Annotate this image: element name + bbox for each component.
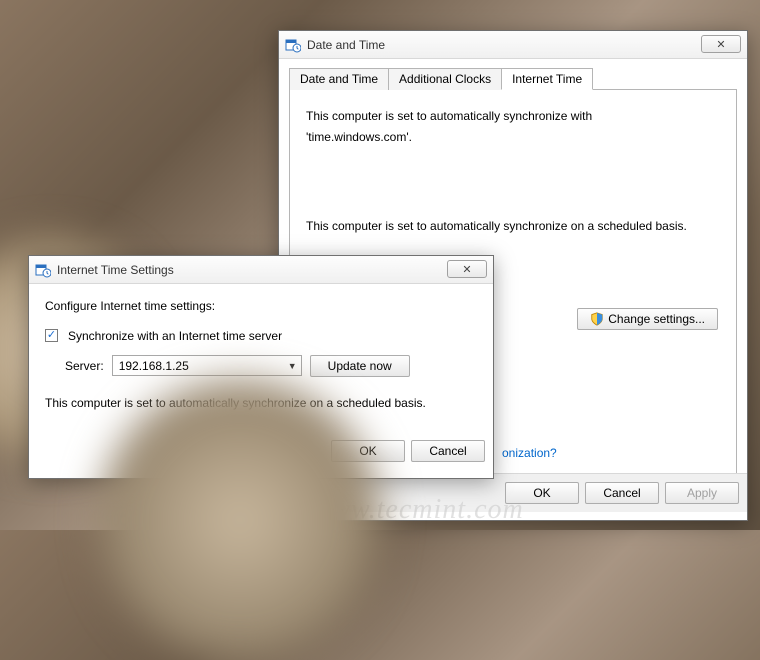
- sync-target-value: 'time.windows.com'.: [306, 129, 720, 146]
- titlebar[interactable]: Date and Time ✕: [279, 31, 747, 59]
- cancel-button[interactable]: Cancel: [411, 440, 485, 462]
- change-settings-wrap: Change settings...: [577, 308, 718, 330]
- internet-time-settings-dialog: Internet Time Settings ✕ Configure Inter…: [28, 255, 494, 479]
- window-title: Date and Time: [307, 38, 385, 52]
- ok-button[interactable]: OK: [505, 482, 579, 504]
- sync-checkbox-label: Synchronize with an Internet time server: [68, 329, 282, 343]
- scheduled-text: This computer is set to automatically sy…: [45, 395, 477, 412]
- close-icon: ✕: [462, 263, 471, 276]
- close-button[interactable]: ✕: [701, 35, 741, 53]
- tabstrip: Date and Time Additional Clocks Internet…: [289, 67, 737, 90]
- tab-date-and-time[interactable]: Date and Time: [289, 68, 389, 90]
- tab-additional-clocks[interactable]: Additional Clocks: [388, 68, 502, 90]
- sync-target-text: This computer is set to automatically sy…: [306, 108, 720, 125]
- help-link-fragment[interactable]: onization?: [500, 446, 557, 460]
- chevron-down-icon: ▼: [288, 361, 297, 371]
- tab-internet-time[interactable]: Internet Time: [501, 68, 593, 90]
- calendar-clock-icon: [35, 262, 51, 278]
- scheduled-text: This computer is set to automatically sy…: [306, 218, 720, 235]
- server-value: 192.168.1.25: [119, 359, 189, 373]
- cancel-button[interactable]: Cancel: [585, 482, 659, 504]
- dialog-buttons: OK Cancel: [29, 432, 493, 470]
- calendar-clock-icon: [285, 37, 301, 53]
- shield-icon: [590, 312, 604, 326]
- ok-button[interactable]: OK: [331, 440, 405, 462]
- sync-checkbox-row: Synchronize with an Internet time server: [45, 329, 477, 343]
- change-settings-button[interactable]: Change settings...: [577, 308, 718, 330]
- intro-text: Configure Internet time settings:: [45, 298, 477, 315]
- server-row: Server: 192.168.1.25 ▼ Update now: [65, 355, 477, 377]
- dialog-title: Internet Time Settings: [57, 263, 174, 277]
- update-now-button[interactable]: Update now: [310, 355, 410, 377]
- dialog-buttons: OK Cancel Apply: [279, 473, 747, 512]
- apply-button[interactable]: Apply: [665, 482, 739, 504]
- titlebar[interactable]: Internet Time Settings ✕: [29, 256, 493, 284]
- close-icon: ✕: [716, 38, 725, 51]
- close-button[interactable]: ✕: [447, 260, 487, 278]
- server-label: Server:: [65, 359, 104, 373]
- change-settings-label: Change settings...: [608, 312, 705, 326]
- server-combobox[interactable]: 192.168.1.25 ▼: [112, 355, 302, 376]
- sync-checkbox[interactable]: [45, 329, 58, 342]
